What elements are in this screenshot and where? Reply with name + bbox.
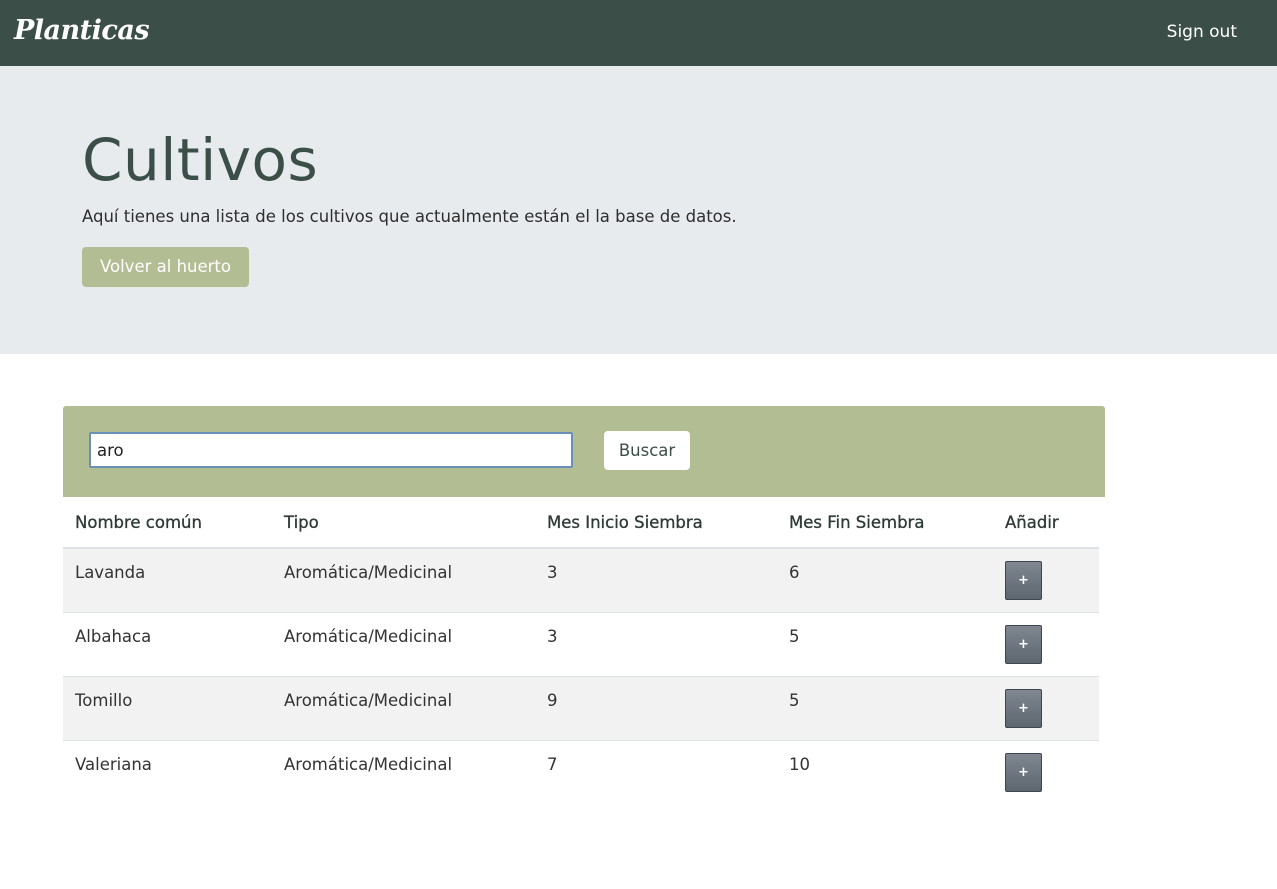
cell-end-month: 10 bbox=[777, 739, 993, 804]
table-row: Valeriana Aromática/Medicinal 7 10 + bbox=[63, 739, 1099, 804]
add-crop-button[interactable]: + bbox=[1005, 688, 1042, 728]
cell-name: Albahaca bbox=[63, 611, 272, 676]
table-row: Tomillo Aromática/Medicinal 9 5 + bbox=[63, 675, 1099, 740]
hero-section: Cultivos Aquí tienes una lista de los cu… bbox=[0, 66, 1277, 354]
column-header-add: Añadir bbox=[993, 497, 1099, 549]
column-header-start-month: Mes Inicio Siembra bbox=[535, 497, 777, 549]
column-header-name: Nombre común bbox=[63, 497, 272, 549]
search-button[interactable]: Buscar bbox=[604, 431, 690, 470]
table-row: Albahaca Aromática/Medicinal 3 5 + bbox=[63, 611, 1099, 676]
cell-type: Aromática/Medicinal bbox=[272, 739, 535, 804]
cell-start-month: 9 bbox=[535, 675, 777, 740]
table-header-row: Nombre común Tipo Mes Inicio Siembra Mes… bbox=[63, 497, 1099, 549]
cell-end-month: 5 bbox=[777, 675, 993, 740]
add-crop-button[interactable]: + bbox=[1005, 561, 1042, 600]
navbar: Planticas Sign out bbox=[0, 0, 1277, 66]
cell-add: + bbox=[993, 675, 1099, 740]
crops-table: Nombre común Tipo Mes Inicio Siembra Mes… bbox=[63, 497, 1099, 804]
back-to-garden-button[interactable]: Volver al huerto bbox=[82, 247, 249, 287]
cell-start-month: 7 bbox=[535, 739, 777, 804]
cell-type: Aromática/Medicinal bbox=[272, 548, 535, 612]
column-header-end-month: Mes Fin Siembra bbox=[777, 497, 993, 549]
sign-out-link[interactable]: Sign out bbox=[1167, 20, 1237, 44]
cell-add: + bbox=[993, 548, 1099, 612]
add-crop-button[interactable]: + bbox=[1005, 624, 1042, 664]
page-subtitle: Aquí tienes una lista de los cultivos qu… bbox=[82, 207, 737, 226]
add-crop-button[interactable]: + bbox=[1005, 752, 1042, 792]
cell-add: + bbox=[993, 739, 1099, 804]
cell-name: Tomillo bbox=[63, 675, 272, 740]
cell-name: Valeriana bbox=[63, 739, 272, 804]
cell-start-month: 3 bbox=[535, 611, 777, 676]
brand-logo[interactable]: Planticas bbox=[14, 12, 150, 50]
search-bar: Buscar bbox=[63, 406, 1105, 497]
cell-add: + bbox=[993, 611, 1099, 676]
cell-type: Aromática/Medicinal bbox=[272, 611, 535, 676]
cell-end-month: 6 bbox=[777, 548, 993, 612]
search-input[interactable] bbox=[89, 432, 573, 468]
cell-type: Aromática/Medicinal bbox=[272, 675, 535, 740]
cell-name: Lavanda bbox=[63, 548, 272, 612]
page-title: Cultivos bbox=[82, 126, 319, 194]
table-row: Lavanda Aromática/Medicinal 3 6 + bbox=[63, 548, 1099, 612]
cell-end-month: 5 bbox=[777, 611, 993, 676]
column-header-type: Tipo bbox=[272, 497, 535, 549]
cell-start-month: 3 bbox=[535, 548, 777, 612]
